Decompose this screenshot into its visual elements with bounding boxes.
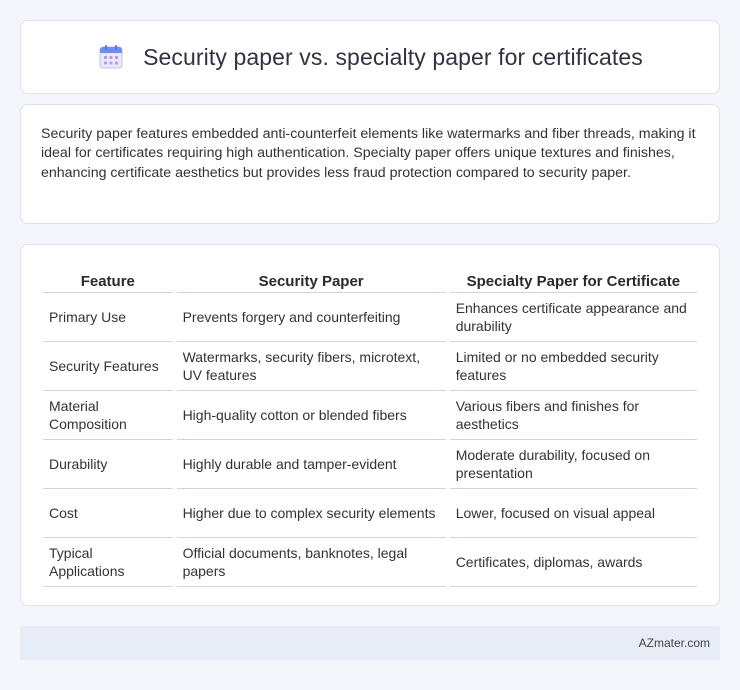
security-cell: High-quality cotton or blended fibers [176,391,446,440]
feature-cell: Material Composition [43,391,173,440]
specialty-cell: Enhances certificate appearance and dura… [449,293,697,342]
security-cell: Higher due to complex security elements [176,489,446,538]
title-card: Security paper vs. specialty paper for c… [20,20,720,94]
calendar-icon [97,43,125,71]
security-cell: Watermarks, security fibers, microtext, … [176,342,446,391]
table-row: Material Composition High-quality cotton… [43,391,697,440]
table-row: Durability Highly durable and tamper-evi… [43,440,697,489]
feature-cell: Durability [43,440,173,489]
feature-cell: Cost [43,489,173,538]
security-cell: Highly durable and tamper-evident [176,440,446,489]
feature-cell: Primary Use [43,293,173,342]
comparison-table-card: Feature Security Paper Specialty Paper f… [20,244,720,606]
intro-card: Security paper features embedded anti-co… [20,104,720,224]
footer-brand: AZmater.com [638,636,710,650]
header-security-paper: Security Paper [176,265,446,293]
specialty-cell: Moderate durability, focused on presenta… [449,440,697,489]
table-row: Security Features Watermarks, security f… [43,342,697,391]
specialty-cell: Lower, focused on visual appeal [449,489,697,538]
security-cell: Official documents, banknotes, legal pap… [176,538,446,587]
feature-cell: Security Features [43,342,173,391]
footer: AZmater.com [20,626,720,660]
specialty-cell: Limited or no embedded security features [449,342,697,391]
header-specialty-paper: Specialty Paper for Certificate [449,265,697,293]
table-row: Typical Applications Official documents,… [43,538,697,587]
security-cell: Prevents forgery and counterfeiting [176,293,446,342]
intro-paragraph: Security paper features embedded anti-co… [41,126,696,181]
page-title: Security paper vs. specialty paper for c… [143,43,643,70]
table-header-row: Feature Security Paper Specialty Paper f… [43,265,697,293]
comparison-table: Feature Security Paper Specialty Paper f… [39,265,701,587]
header-feature: Feature [43,265,173,293]
title-wrap: Security paper vs. specialty paper for c… [97,43,643,71]
feature-cell: Typical Applications [43,538,173,587]
specialty-cell: Certificates, diplomas, awards [449,538,697,587]
table-row: Cost Higher due to complex security elem… [43,489,697,538]
table-row: Primary Use Prevents forgery and counter… [43,293,697,342]
specialty-cell: Various fibers and finishes for aestheti… [449,391,697,440]
